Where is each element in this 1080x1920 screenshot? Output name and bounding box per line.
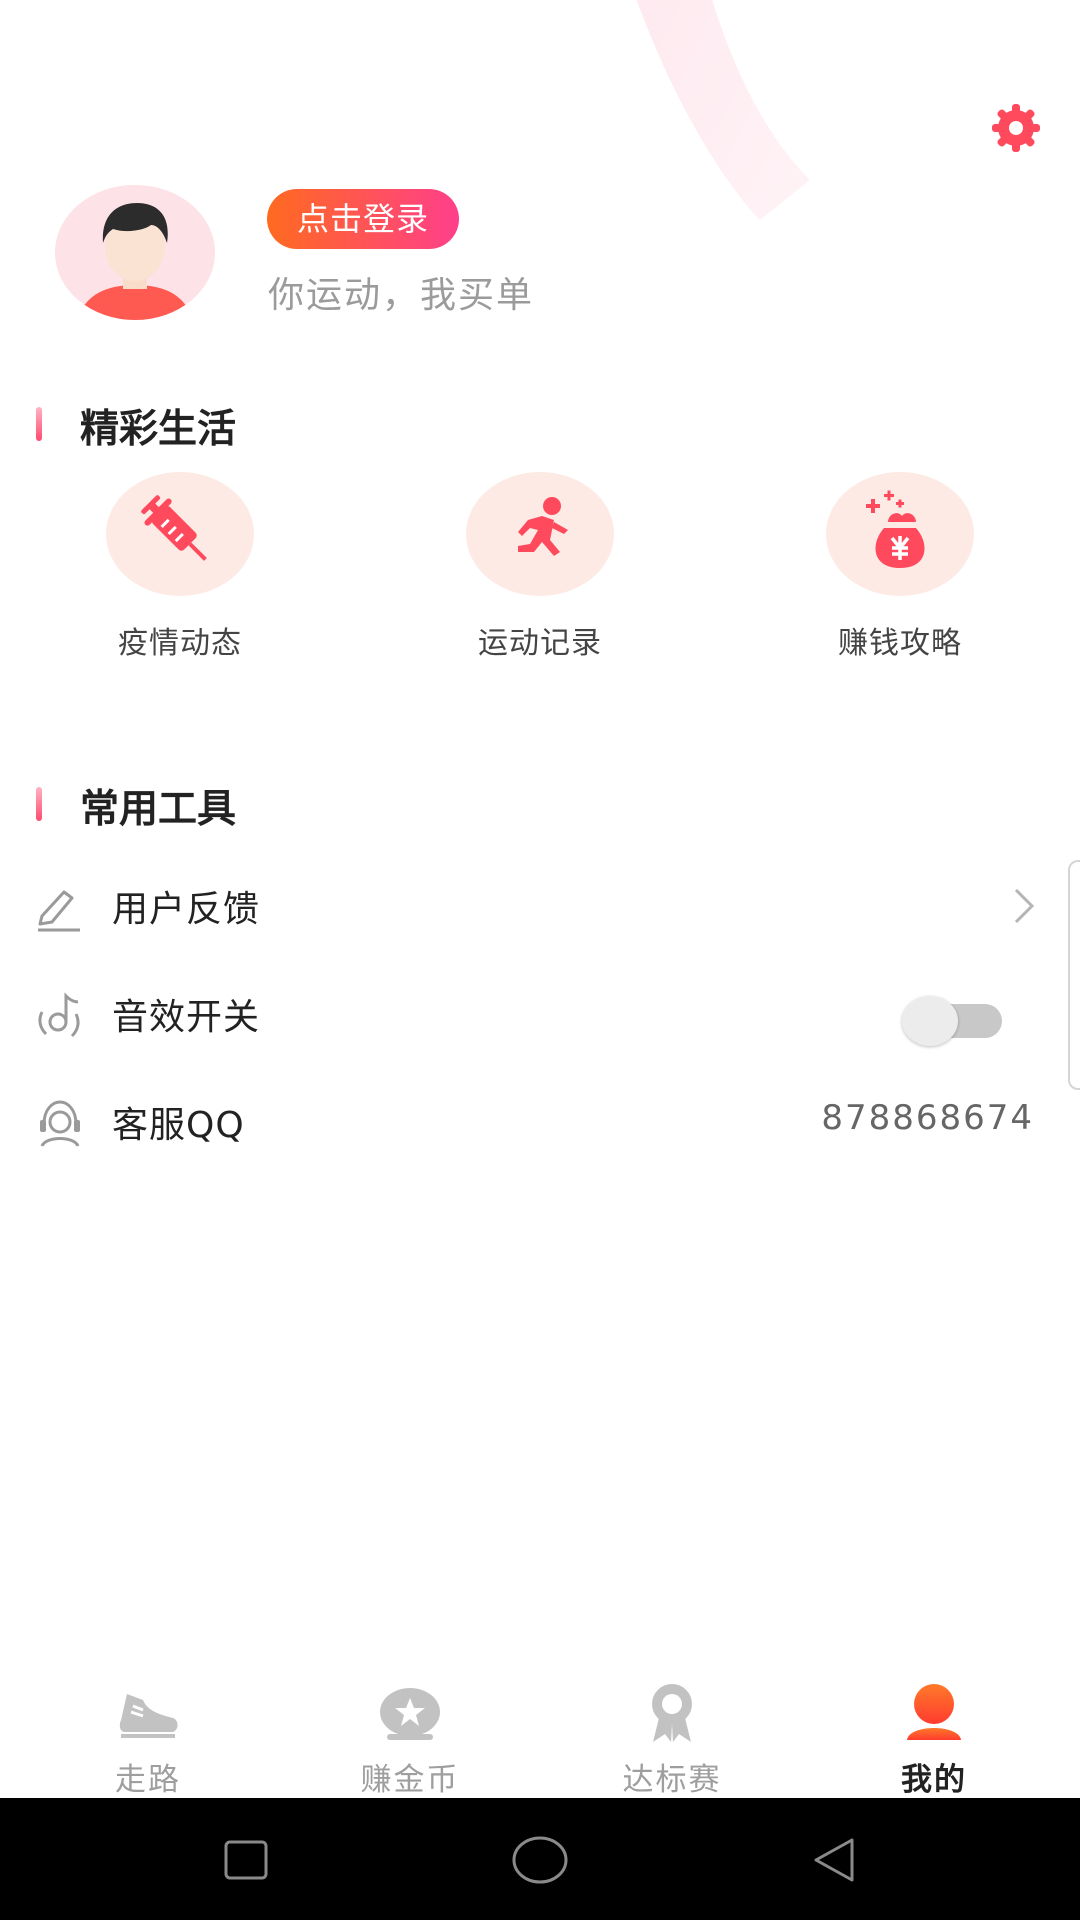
bottom-tab-bar: 走路 赚金币 达标赛 我的 (0, 1660, 1080, 1798)
feedback-label: 用户反馈 (112, 889, 261, 930)
tab-label: 赚金币 (360, 1762, 460, 1798)
section-accent-bar (36, 407, 42, 441)
tab-challenge[interactable]: 达标赛 (572, 1660, 772, 1798)
back-triangle-icon[interactable] (802, 1828, 866, 1892)
tab-label: 我的 (901, 1762, 967, 1798)
tab-label: 达标赛 (622, 1762, 722, 1798)
tab-earn-coins[interactable]: 赚金币 (310, 1660, 510, 1798)
sound-label: 音效开关 (112, 997, 261, 1038)
service-qq-label: 客服QQ (112, 1105, 245, 1146)
service-qq-number: 878868674 (821, 1098, 1034, 1138)
running-man-icon (518, 497, 568, 556)
floating-side-handle[interactable] (1068, 860, 1080, 1090)
slogan-text: 你运动，我买单 (268, 275, 535, 316)
customer-service-headset-icon (40, 1100, 80, 1147)
tool-row-feedback[interactable]: 用户反馈 (0, 856, 1080, 956)
tab-label: 走路 (115, 1762, 181, 1798)
syringe-icon (141, 495, 207, 561)
tab-walk[interactable]: 走路 (48, 1660, 248, 1798)
user-icon (907, 1684, 961, 1740)
music-note-icon (38, 992, 80, 1038)
feature-icon-bg (466, 472, 614, 596)
section-accent-bar (36, 787, 42, 821)
feature-icon-bg (826, 472, 974, 596)
home-circle-icon[interactable] (508, 1828, 572, 1892)
avatar[interactable] (55, 185, 215, 320)
feature-exercise-record[interactable]: 运动记录 (430, 472, 650, 672)
feature-icon-bg (106, 472, 254, 596)
edit-pencil-icon (38, 890, 80, 932)
feature-earning-guide[interactable]: 赚钱攻略 (790, 472, 1010, 672)
tool-row-service-qq[interactable]: 客服QQ 878868674 (0, 1072, 1080, 1172)
feature-epidemic[interactable]: 疫情动态 (70, 472, 290, 672)
toggle-knob (902, 996, 958, 1046)
sound-toggle[interactable] (902, 996, 1002, 1046)
coin-star-icon (380, 1688, 440, 1740)
money-bag-icon (866, 490, 925, 568)
feature-label: 疫情动态 (118, 626, 242, 661)
chevron-right-icon (1014, 888, 1035, 924)
section-title-life: 精彩生活 (80, 407, 237, 452)
default-avatar-icon (55, 185, 215, 320)
tool-row-sound: 音效开关 (0, 964, 1080, 1064)
recent-apps-icon[interactable] (214, 1828, 278, 1892)
shoe-icon (119, 1694, 178, 1738)
login-button[interactable]: 点击登录 (267, 189, 459, 249)
feature-label: 赚钱攻略 (838, 626, 962, 661)
section-title-tools: 常用工具 (80, 787, 237, 832)
feature-label: 运动记录 (478, 626, 602, 661)
profile-header: 点击登录 你运动，我买单 (0, 0, 1080, 330)
medal-icon (652, 1684, 692, 1742)
system-navigation-bar (0, 1798, 1080, 1920)
tab-mine[interactable]: 我的 (834, 1660, 1034, 1798)
